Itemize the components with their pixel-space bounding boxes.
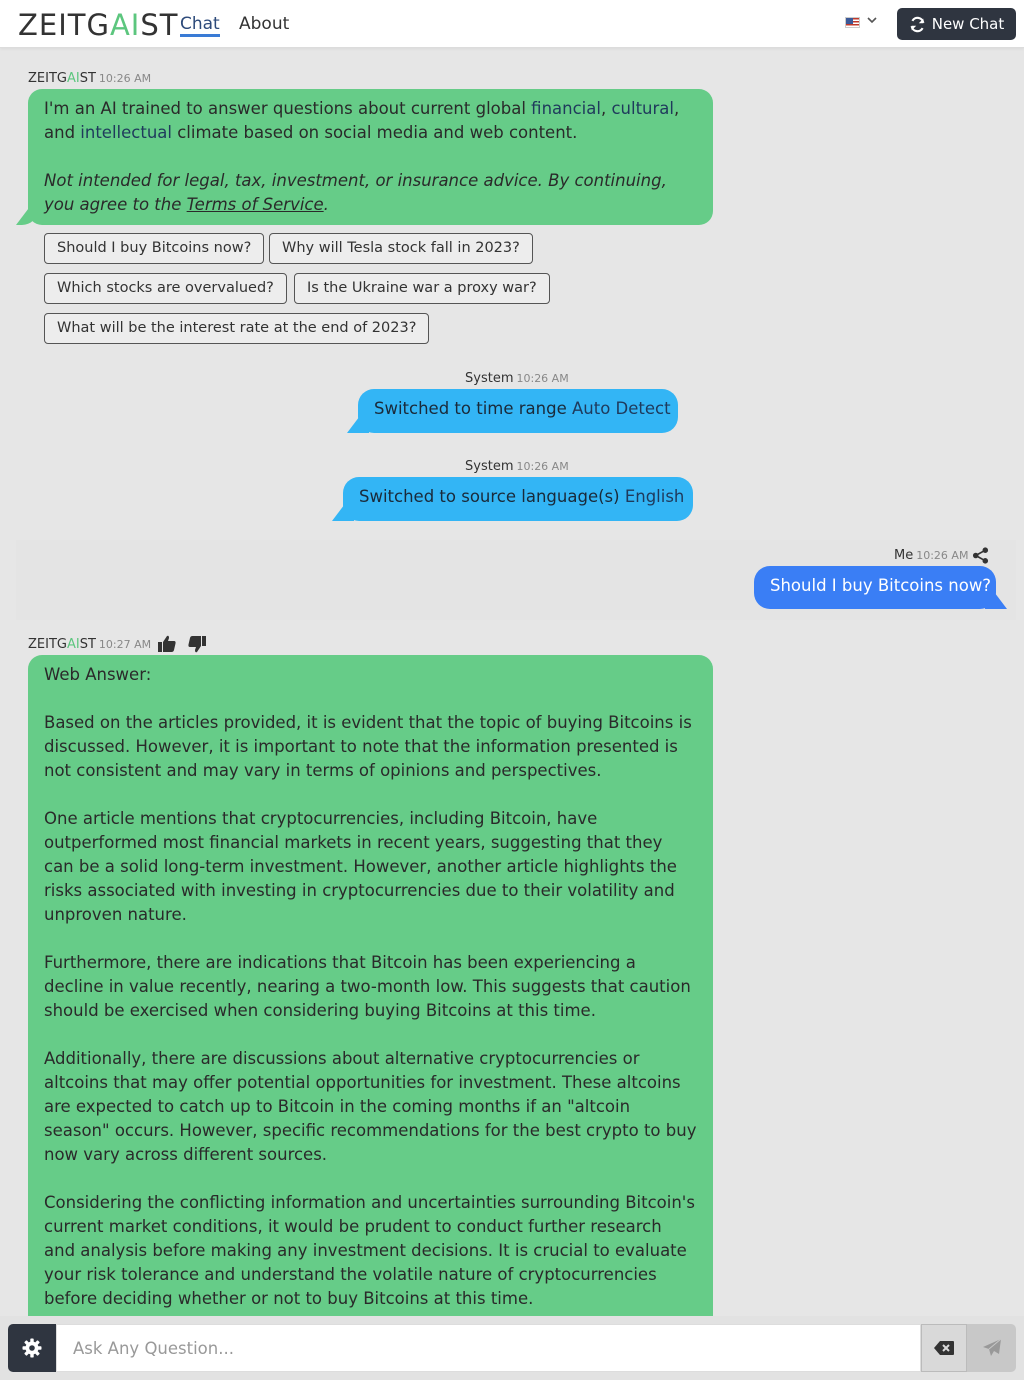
message-meta-user: Me 10:26 AM <box>894 548 969 563</box>
message-meta-intro: ZEITGAIST 10:26 AM <box>28 71 152 86</box>
paper-plane-icon <box>982 1338 1001 1356</box>
new-chat-label: New Chat <box>931 15 1005 33</box>
disclaimer-text: Not intended for legal, tax, investment,… <box>44 171 667 214</box>
intro-text: I'm an AI trained to answer questions ab… <box>44 99 680 142</box>
top-navbar: ZEITGAIST Chat About New Chat <box>0 0 1024 48</box>
new-chat-button[interactable]: New Chat <box>897 8 1016 40</box>
suggestion-button[interactable]: Why will Tesla stock fall in 2023? <box>269 233 533 264</box>
answer-paragraph: Furthermore, there are indications that … <box>44 953 691 1020</box>
suggestion-button[interactable]: What will be the interest rate at the en… <box>44 313 430 344</box>
clear-input-button[interactable] <box>921 1324 967 1372</box>
message-meta-system: System 10:26 AM <box>465 459 569 474</box>
chat-input-bar <box>0 1316 1024 1380</box>
nav-link-chat[interactable]: Chat <box>180 14 220 37</box>
answer-paragraph: Based on the articles provided, it is ev… <box>44 713 692 780</box>
ai-intro-bubble: I'm an AI trained to answer questions ab… <box>28 89 713 225</box>
backspace-icon <box>934 1341 954 1355</box>
settings-button[interactable] <box>8 1324 56 1372</box>
us-flag-icon[interactable] <box>845 17 860 28</box>
chevron-down-icon[interactable] <box>866 14 878 30</box>
ask-question-input[interactable] <box>56 1324 921 1372</box>
message-meta-answer: ZEITGAIST 10:27 AM <box>28 637 152 652</box>
message-meta-system: System 10:26 AM <box>465 371 569 386</box>
suggestion-button[interactable]: Is the Ukraine war a proxy war? <box>294 273 550 304</box>
answer-paragraph: One article mentions that cryptocurrenci… <box>44 809 677 924</box>
share-icon[interactable] <box>972 547 989 568</box>
answer-heading: Web Answer: <box>44 665 152 684</box>
send-button[interactable] <box>967 1324 1016 1372</box>
user-message-bubble: Should I buy Bitcoins now? <box>754 566 996 609</box>
answer-paragraph: Additionally, there are discussions abou… <box>44 1049 697 1164</box>
ai-answer-bubble: Web Answer: Based on the articles provid… <box>28 655 713 1380</box>
system-message-bubble: Switched to time range Auto Detect <box>358 389 678 433</box>
suggestion-button[interactable]: Which stocks are overvalued? <box>44 273 287 304</box>
refresh-icon <box>910 16 925 32</box>
zeitgaist-logo[interactable]: ZEITGAIST <box>18 8 178 42</box>
gear-icon <box>22 1338 42 1358</box>
answer-paragraph: Considering the conflicting information … <box>44 1193 695 1308</box>
system-message-bubble: Switched to source language(s) English <box>343 477 693 521</box>
terms-of-service-link[interactable]: Terms of Service <box>187 195 324 214</box>
nav-link-about[interactable]: About <box>239 14 289 34</box>
suggestion-button[interactable]: Should I buy Bitcoins now? <box>44 233 265 264</box>
